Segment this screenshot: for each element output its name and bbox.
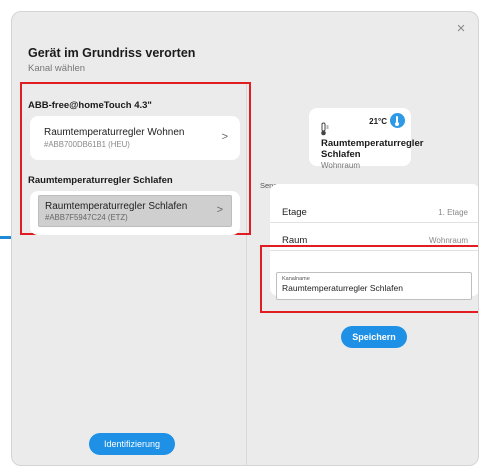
tile-temperature: 21°C	[369, 117, 387, 126]
tile-room: Wohnraum	[321, 161, 360, 170]
locate-device-dialog: × Gerät im Grundriss verorten Kanal wähl…	[11, 11, 479, 466]
chevron-right-icon: >	[221, 131, 228, 143]
channel-name-value: Raumtemperaturregler Schlafen	[282, 283, 403, 293]
device-id: #ABB700DB61B1 (HEU)	[44, 140, 130, 149]
device-item-wohnen[interactable]: Raumtemperaturregler Wohnen #ABB700DB61B…	[30, 116, 240, 160]
device-item-schlafen[interactable]: Raumtemperaturregler Schlafen #ABB7F5947…	[30, 191, 240, 235]
identify-button[interactable]: Identifizierung	[89, 433, 175, 455]
group-header-hometouch: ABB-free@homeTouch 4.3"	[28, 100, 152, 111]
row-value: 1. Etage	[438, 208, 468, 217]
device-tile: 21°C Raumtemperaturregler Schlafen Wohnr…	[309, 108, 424, 170]
tile-device-name: Raumtemperaturregler Schlafen	[321, 138, 424, 160]
heating-icon	[390, 113, 405, 128]
device-name: Raumtemperaturregler Wohnen	[44, 127, 185, 138]
device-id: #ABB7F5947C24 (ETZ)	[45, 213, 128, 222]
dialog-subtitle: Kanal wählen	[28, 63, 86, 74]
row-value: Wohnraum	[429, 236, 468, 245]
thermometer-icon	[319, 122, 329, 139]
dialog-title: Gerät im Grundriss verorten	[28, 46, 196, 60]
row-label: Etage	[282, 207, 307, 218]
channel-name-label: Kanalname	[282, 276, 310, 282]
group-header-schlafen: Raumtemperaturregler Schlafen	[28, 175, 173, 186]
chevron-right-icon: >	[216, 204, 223, 216]
device-name: Raumtemperaturregler Schlafen	[45, 201, 188, 212]
save-button[interactable]: Speichern	[341, 326, 407, 348]
close-icon[interactable]: ×	[454, 21, 468, 36]
selected-device-highlight: Raumtemperaturregler Schlafen #ABB7F5947…	[38, 195, 232, 227]
channel-name-input[interactable]: Kanalname Raumtemperaturregler Schlafen	[276, 272, 472, 300]
row-floor[interactable]: Etage 1. Etage	[270, 201, 478, 223]
